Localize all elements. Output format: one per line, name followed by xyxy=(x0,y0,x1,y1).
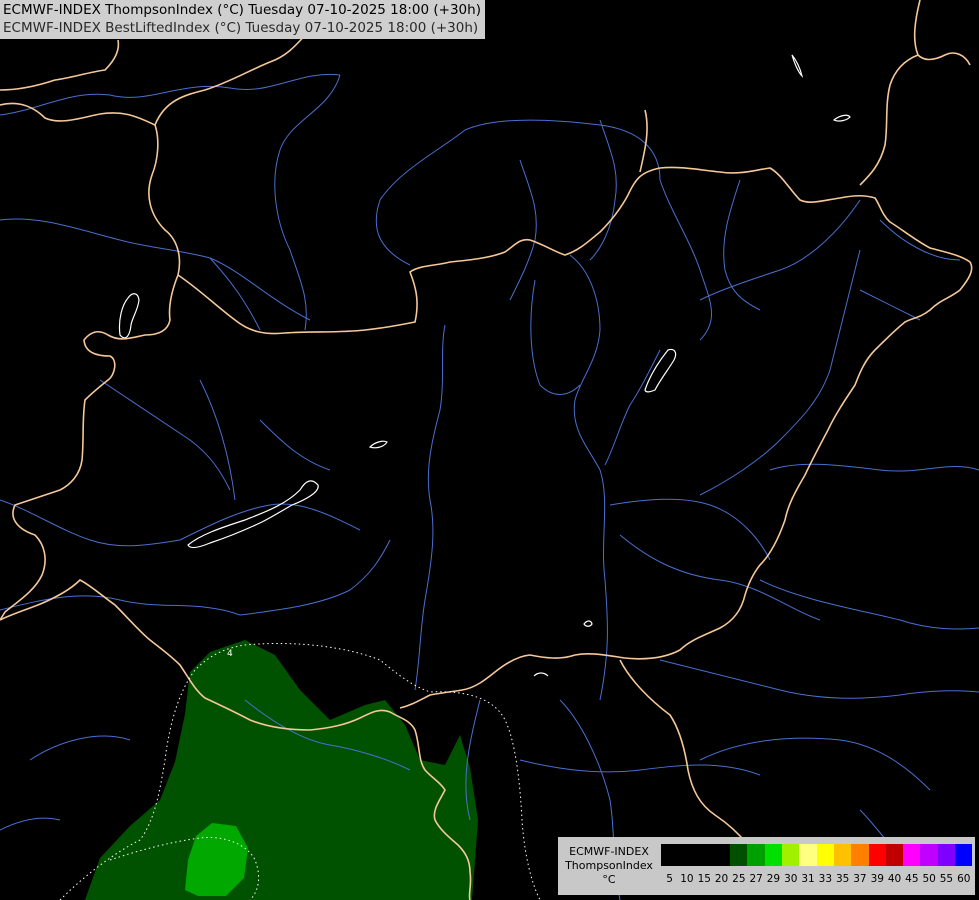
legend-tick-label: 35 xyxy=(835,873,850,885)
legend-tick-label: 50 xyxy=(922,873,936,885)
legend-tick-label: 29 xyxy=(766,873,781,885)
legend-swatch xyxy=(661,844,679,866)
legend-swatch xyxy=(799,844,817,866)
legend-swatch xyxy=(868,844,886,866)
legend-tick-label: 40 xyxy=(887,873,902,885)
contour-label: 4 xyxy=(227,649,233,659)
legend-swatch xyxy=(833,844,852,866)
legend-tick-label: 60 xyxy=(957,873,971,885)
legend-tick-label: 20 xyxy=(714,873,729,885)
legend-tick-label: 10 xyxy=(680,873,694,885)
legend-swatch xyxy=(851,844,869,866)
legend-tick-label: 25 xyxy=(732,873,746,885)
legend-swatch xyxy=(730,844,748,866)
legend-tick-label: 30 xyxy=(784,873,798,885)
legend-swatch xyxy=(747,844,765,866)
legend-label-line-3: °C xyxy=(602,873,616,886)
legend-tick-label: 31 xyxy=(801,873,815,885)
legend-label: ECMWF-INDEX ThompsonIndex °C xyxy=(562,845,656,887)
legend-swatch xyxy=(695,844,713,866)
legend-tick-label: 39 xyxy=(870,873,884,885)
legend-label-line-1: ECMWF-INDEX xyxy=(569,845,649,858)
legend-swatch xyxy=(937,844,956,866)
legend-swatch xyxy=(955,844,973,866)
legend-tick-label: 55 xyxy=(939,873,954,885)
legend-swatch xyxy=(712,844,731,866)
map-background xyxy=(0,0,979,900)
legend-swatch xyxy=(920,844,938,866)
legend-swatch xyxy=(764,844,783,866)
legend-tick-label: 45 xyxy=(905,873,919,885)
legend-swatch xyxy=(816,844,834,866)
map-title: ECMWF-INDEX ThompsonIndex (°C) Tuesday 0… xyxy=(0,0,485,39)
legend-tick-label: 37 xyxy=(853,873,867,885)
legend-tick-label: 5 xyxy=(666,873,673,885)
title-line-1: ECMWF-INDEX ThompsonIndex (°C) Tuesday 0… xyxy=(3,2,481,18)
color-legend: ECMWF-INDEX ThompsonIndex °C 5 10 15 20 25 27… xyxy=(558,837,975,895)
weather-map: 4 xyxy=(0,0,979,900)
legend-swatch xyxy=(885,844,904,866)
legend-swatch xyxy=(678,844,696,866)
legend-label-line-2: ThompsonIndex xyxy=(565,859,653,872)
title-line-2: ECMWF-INDEX BestLiftedIndex (°C) Tuesday… xyxy=(3,20,479,36)
legend-swatch xyxy=(903,844,921,866)
legend-tick-label: 33 xyxy=(818,873,833,885)
legend-swatches xyxy=(661,844,973,866)
legend-swatch xyxy=(782,844,800,866)
legend-tick-label: 27 xyxy=(749,873,763,885)
legend-tick-label: 15 xyxy=(697,873,711,885)
